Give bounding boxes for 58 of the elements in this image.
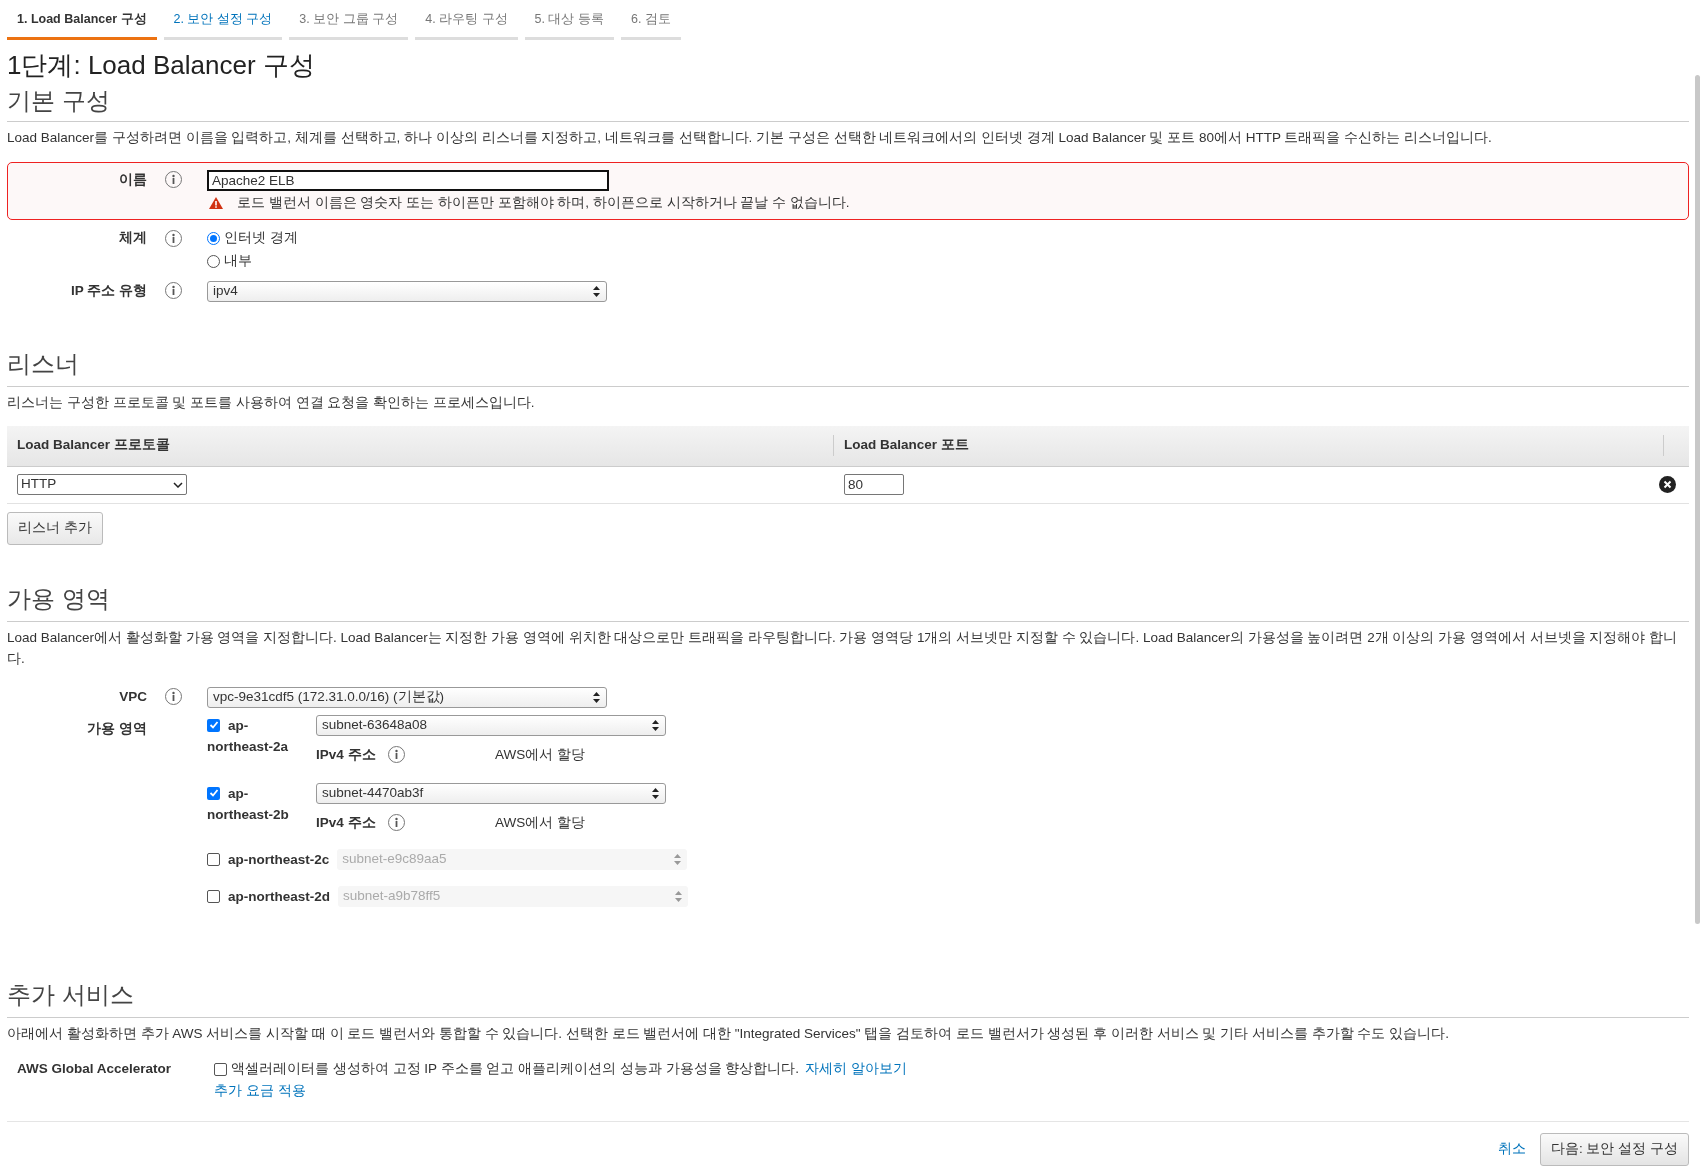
field-value: AWS에서 할당 xyxy=(495,745,585,764)
cancel-link[interactable]: 취소 xyxy=(1498,1138,1526,1160)
radio-label[interactable]: 인터넷 경계 xyxy=(224,228,298,249)
checkbox[interactable] xyxy=(207,890,220,903)
chevron-down-icon xyxy=(173,481,183,488)
section-description: 아래에서 활성화하면 추가 AWS 서비스를 시작할 때 이 로드 밸런서와 통합할 수 있습니다. 선택한 로드 밸런서에 대한 "Integrated Services" 탭을 검토하여 로드 밸런서가 생성된 후 이러한 서비스 및 기타 서비스를 추가할 수도 있습니다. xyxy=(7,1025,1450,1043)
section-description: Load Balancer에서 활성화할 가용 영역을 지정합니다. Load Balancer는 지정한 가용 영역에 위치한 대상으로만 트래픽을 라우팅합니다. 가용 영역당 1개의 서브넷만 지정할 수 있습니다. Load Balancer의 가용성을 높이려면 2개 이상의 가용 영역에서 서브넷을 지정해야 합니다. xyxy=(7,628,1679,668)
field-label: AWS Global Accelerator xyxy=(16,1060,173,1078)
section-heading: 기본 구성 xyxy=(7,82,1689,122)
page-title: 1단계: Load Balancer 구성 xyxy=(7,48,316,81)
section-heading: 추가 서비스 xyxy=(7,977,1689,1018)
checkbox-label[interactable]: 액셀러레이터를 생성하여 고정 IP 주소를 얻고 애플리케이션의 성능과 가용성을 향상합니다. 자세히 알아보기 xyxy=(231,1059,907,1080)
port-input[interactable]: 80 xyxy=(844,474,904,495)
select-field[interactable]: vpc-9e31cdf5 (172.31.0.0/16) (기본값) xyxy=(207,686,607,708)
learn-more-link[interactable]: 자세히 알아보기 xyxy=(804,1061,907,1076)
field-label: IP 주소 유형 xyxy=(71,281,147,300)
select-field[interactable]: subnet-4470ab3f xyxy=(316,782,666,804)
dropdown-arrows-icon xyxy=(651,786,660,800)
add-listener-button[interactable]: 리스너 추가 xyxy=(7,511,103,545)
section-description: Load Balancer를 구성하려면 이름을 입력하고, 체계를 선택하고, 하나 이상의 리스너를 지정하고, 네트워크를 선택합니다. 기본 구성은 선택한 네트워크에서의 인터넷 경계 Load Balancer 및 포트 80에서 HTTP 트래픽을 수신하는 리스너입니다. xyxy=(7,128,1493,147)
next-button[interactable]: 다음: 보안 설정 구성 xyxy=(1540,1132,1689,1166)
field-value: AWS에서 할당 xyxy=(495,813,585,832)
radio-label[interactable]: 내부 xyxy=(224,251,252,272)
dropdown-arrows-icon xyxy=(592,690,601,704)
column-header: Load Balancer 포트 xyxy=(834,435,1664,456)
column-header: Load Balancer 프로토콜 xyxy=(7,435,834,456)
dropdown-arrows-icon xyxy=(673,853,683,866)
error-message: 로드 밸런서 이름은 영숫자 또는 하이픈만 포함해야 하며, 하이픈으로 시작하거나 끝날 수 없습니다. xyxy=(237,193,850,212)
protocol-select[interactable]: HTTP xyxy=(17,474,187,495)
checkbox[interactable] xyxy=(207,718,220,732)
dropdown-arrows-icon xyxy=(651,718,660,732)
dropdown-arrows-icon xyxy=(674,890,683,903)
checkbox[interactable] xyxy=(207,786,220,800)
select-field[interactable]: ipv4 xyxy=(207,280,607,302)
dropdown-arrows-icon xyxy=(592,284,601,298)
section-description: 리스너는 구성한 프로토콜 및 포트를 사용하여 연결 요청을 확인하는 프로세스입니다. xyxy=(7,393,536,412)
zone-label[interactable]: ap-northeast-2c xyxy=(228,849,330,870)
select-field[interactable]: subnet-63648a08 xyxy=(316,714,666,736)
field-label: 이름 xyxy=(119,170,147,189)
field-label: IPv4 주소 xyxy=(316,745,377,764)
checkbox[interactable] xyxy=(214,1062,227,1076)
step-tab[interactable]: 1. Load Balancer 구성 xyxy=(7,7,157,40)
scrollbar[interactable] xyxy=(1695,75,1700,924)
section-heading: 리스너 xyxy=(7,345,1689,387)
warning-icon xyxy=(209,196,223,209)
zone-label[interactable]: ap-northeast-2b xyxy=(207,782,297,825)
remove-icon[interactable] xyxy=(1659,476,1676,493)
field-label: 체계 xyxy=(119,229,147,247)
section-heading: 가용 영역 xyxy=(7,580,1689,622)
field-label: 가용 영역 xyxy=(87,719,147,738)
pricing-link[interactable]: 추가 요금 적용 xyxy=(214,1081,907,1102)
field-label: IPv4 주소 xyxy=(316,813,377,832)
name-input[interactable]: Apache2 ELB xyxy=(207,169,609,191)
step-tab[interactable]: 2. 보안 설정 구성 xyxy=(163,7,283,40)
zone-label[interactable]: ap-northeast-2a xyxy=(207,714,297,757)
field-label: VPC xyxy=(119,687,147,706)
zone-label[interactable]: ap-northeast-2d xyxy=(228,886,330,907)
checkbox[interactable] xyxy=(207,853,220,866)
